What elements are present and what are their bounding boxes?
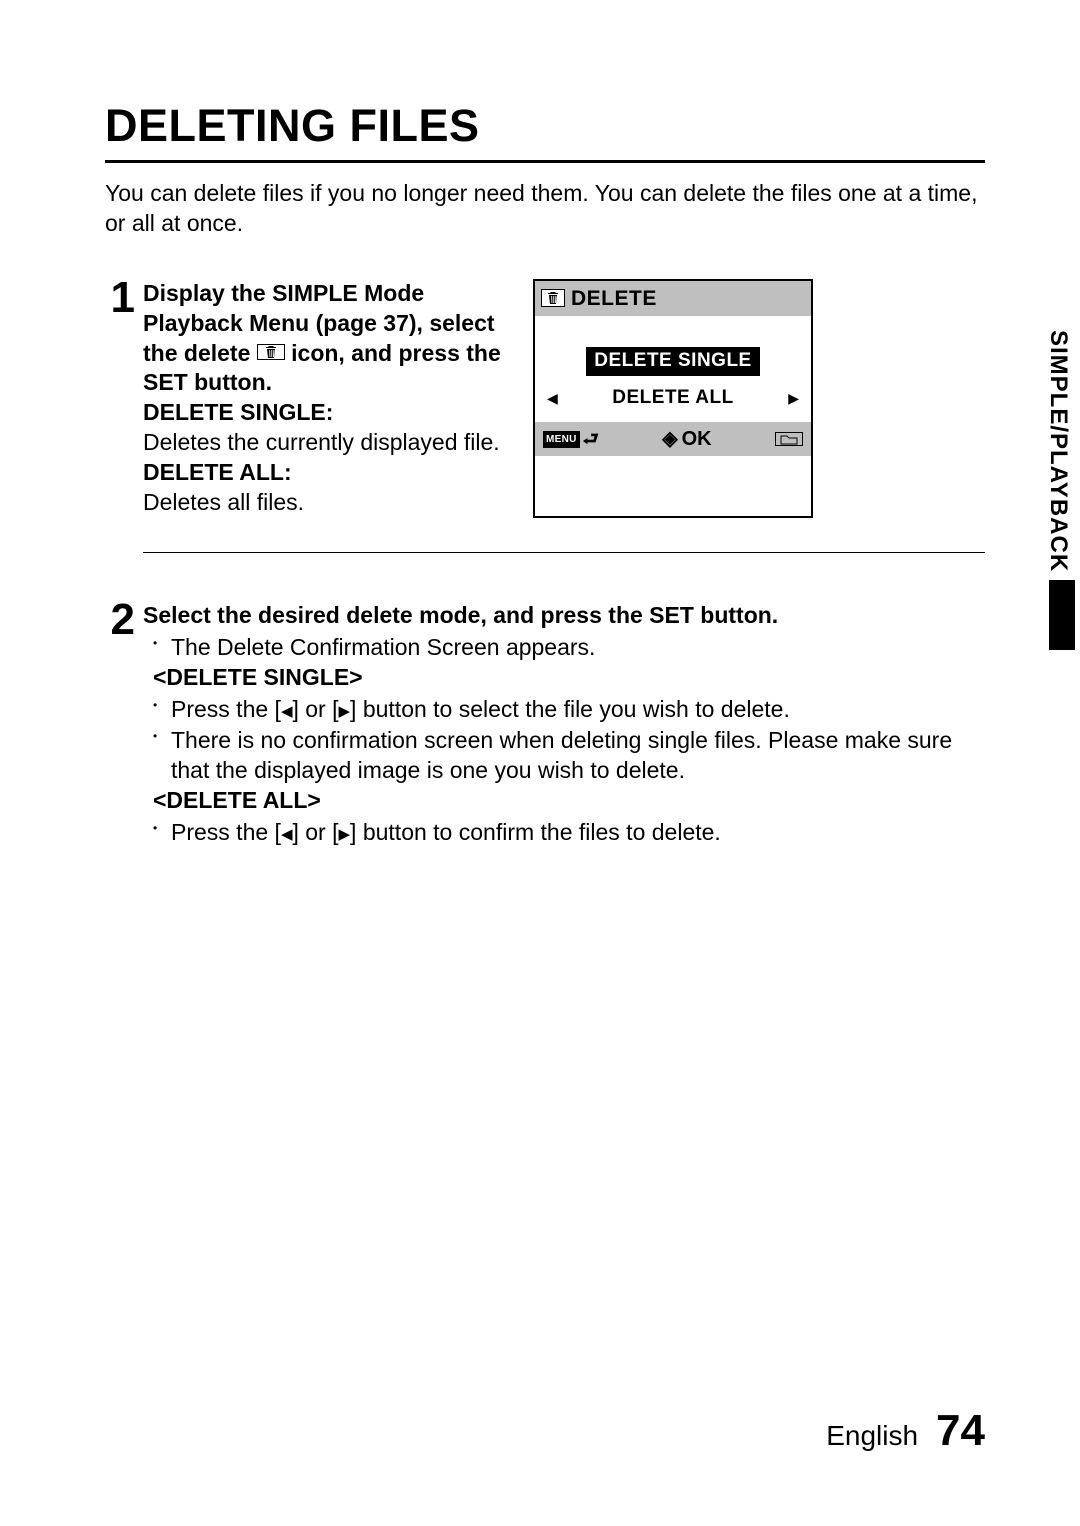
delete-all-label: DELETE ALL: [143, 459, 292, 485]
side-tab: SIMPLE/PLAYBACK [1044, 326, 1080, 650]
title-rule [105, 160, 985, 163]
delete-single-desc: Deletes the currently displayed file. [143, 429, 500, 455]
lcd-screen: DELETE DELETE SINGLE ◀ DELETE ALL ▶ [533, 279, 813, 518]
page-title: DELETING FILES [105, 100, 985, 152]
step-number: 2 [105, 601, 143, 638]
step2-ds-bullet-1: Press the [◀] or [▶] button to select th… [171, 695, 985, 725]
right-arrow-icon: ▶ [784, 391, 803, 405]
footer-language: English [826, 1420, 918, 1452]
step2-bullet: The Delete Confirmation Screen appears. [171, 633, 985, 663]
step-divider [143, 552, 985, 553]
left-arrow-icon: ◀ [543, 391, 562, 405]
step-number: 1 [105, 279, 143, 316]
lcd-menu-hint: MENU ⮐ [543, 428, 599, 451]
lcd-ok-hint: ◈ OK [662, 426, 711, 452]
delete-single-heading: <DELETE SINGLE> [153, 663, 985, 693]
delete-all-desc: Deletes all files. [143, 489, 304, 515]
step2-heading: Select the desired delete mode, and pres… [143, 601, 985, 631]
menu-badge: MENU [543, 431, 580, 448]
right-arrow-icon: ▶ [339, 826, 351, 843]
step2-ds-bullet-2: There is no confirmation screen when del… [171, 726, 985, 786]
side-tab-marker [1049, 580, 1075, 650]
page-footer: English 74 [826, 1406, 985, 1456]
left-arrow-icon: ◀ [281, 703, 293, 720]
side-tab-label: SIMPLE/PLAYBACK [1044, 326, 1080, 576]
left-arrow-icon: ◀ [281, 826, 293, 843]
lcd-header: DELETE [535, 281, 811, 316]
lcd-option-delete-all: DELETE ALL [604, 384, 741, 413]
footer-page-number: 74 [936, 1406, 985, 1456]
lcd-option-delete-single: DELETE SINGLE [586, 347, 759, 376]
delete-all-heading: <DELETE ALL> [153, 786, 985, 816]
diamond-icon: ◈ [662, 426, 677, 452]
trash-icon [541, 289, 565, 307]
step-1: 1 Display the SIMPLE Mode Playback Menu … [105, 279, 985, 571]
trash-icon [257, 344, 285, 360]
step2-da-bullet-1: Press the [◀] or [▶] button to confirm t… [171, 818, 985, 848]
lcd-header-text: DELETE [571, 285, 657, 312]
step-2: 2 Select the desired delete mode, and pr… [105, 601, 985, 848]
delete-single-label: DELETE SINGLE: [143, 399, 333, 425]
folder-icon [775, 432, 803, 446]
intro-text: You can delete files if you no longer ne… [105, 179, 985, 239]
lcd-ok-text: OK [682, 426, 712, 452]
return-icon: ⮐ [583, 428, 599, 451]
right-arrow-icon: ▶ [339, 703, 351, 720]
